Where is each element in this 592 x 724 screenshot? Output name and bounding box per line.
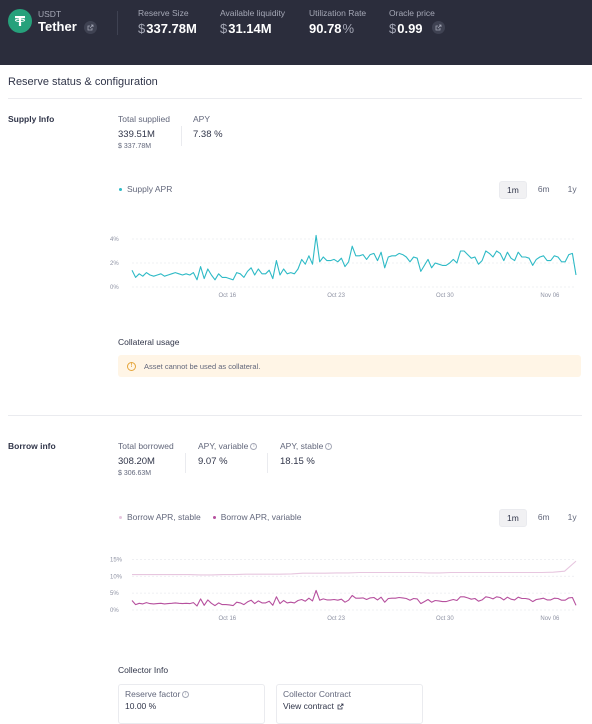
borrow-range-selector: 1m 6m 1y (499, 509, 584, 527)
y-tick-label: 0% (110, 608, 119, 614)
supply-range-selector: 1m 6m 1y (499, 181, 584, 199)
x-tick-label: Oct 23 (327, 293, 345, 299)
page-title: Reserve status & configuration (8, 76, 158, 88)
apy-stable: APY, stable i 18.15 % (280, 441, 333, 467)
range-1m-button[interactable]: 1m (499, 181, 527, 199)
x-tick-label: Oct 16 (218, 293, 236, 299)
stat-oracle-price: Oracle price $0.99 (389, 8, 435, 36)
x-tick-label: Nov 06 (540, 293, 560, 299)
legend-borrow-stable: Borrow APR, stable (119, 512, 201, 522)
stat-utilization-rate: Utilization Rate 90.78% (309, 8, 367, 36)
legend-dot (212, 515, 216, 519)
x-tick-label: Oct 30 (436, 616, 454, 622)
info-icon[interactable]: i (182, 690, 190, 698)
series-line-borrow-apr-stable (132, 560, 577, 576)
range-6m-button[interactable]: 6m (531, 181, 557, 199)
series-line-supply-apr (131, 234, 577, 281)
asset-header: USDT Tether Reserve Size $337.78M Availa… (0, 0, 592, 65)
collateral-usage-title: Collateral usage (118, 337, 180, 347)
range-1m-button[interactable]: 1m (499, 509, 527, 527)
title-divider (8, 98, 582, 99)
legend-borrow-variable: Borrow APR, variable (212, 512, 302, 522)
view-contract-link[interactable]: View contract (283, 701, 416, 711)
supply-info-label: Supply Info (8, 114, 55, 124)
asset-name: Tether (38, 19, 77, 34)
y-tick-label: 4% (110, 237, 119, 243)
info-icon[interactable]: i (250, 442, 258, 450)
oracle-external-link-icon[interactable] (432, 21, 445, 34)
collector-contract-card: Collector Contract View contract (276, 684, 423, 724)
supply-apr-chart: 0% 2% 4% Oct 16 Oct 23 Oct 30 Nov 06 (110, 234, 577, 299)
divider (181, 126, 182, 146)
collateral-warning: ! Asset cannot be used as collateral. (118, 355, 581, 377)
range-1y-button[interactable]: 1y (561, 509, 584, 527)
section-divider (8, 415, 582, 416)
borrow-chart-legend: Borrow APR, stable Borrow APR, variable (119, 512, 302, 522)
warning-icon: ! (127, 361, 136, 371)
x-tick-label: Oct 16 (218, 616, 236, 622)
legend-supply-apr: Supply APR (119, 184, 172, 194)
divider (267, 453, 268, 473)
legend-dot (119, 187, 122, 191)
range-6m-button[interactable]: 6m (531, 509, 557, 527)
collector-info-title: Collector Info (118, 665, 169, 675)
series-line-borrow-apr-variable (131, 589, 577, 607)
stat-reserve-size: Reserve Size $337.78M (138, 8, 197, 36)
range-1y-button[interactable]: 1y (561, 181, 584, 199)
header-divider (117, 11, 118, 35)
y-tick-label: 10% (110, 574, 123, 580)
borrow-apr-chart: 0% 5% 10% 15% Oct 16 Oct 23 Oct 30 Nov 06 (110, 557, 577, 622)
asset-symbol: USDT (38, 9, 62, 19)
y-tick-label: 2% (110, 261, 119, 267)
total-borrowed: Total borrowed 308.20M $ 306.63M (118, 441, 174, 477)
legend-dot (119, 515, 122, 519)
stat-available-liquidity: Available liquidity $31.14M (220, 8, 286, 36)
tether-logo-icon (8, 9, 32, 33)
info-icon[interactable]: i (325, 442, 333, 450)
external-link-icon (337, 703, 344, 709)
x-tick-label: Oct 30 (436, 293, 454, 299)
x-tick-label: Oct 23 (327, 616, 345, 622)
total-supplied: Total supplied 339.51M $ 337.78M (118, 114, 170, 150)
y-tick-label: 5% (110, 591, 119, 597)
borrow-info-label: Borrow info (8, 441, 56, 451)
apy-variable: APY, variable i 9.07 % (198, 441, 258, 467)
x-tick-label: Nov 06 (540, 616, 560, 622)
y-tick-label: 0% (110, 285, 119, 291)
supply-chart-legend: Supply APR (119, 184, 172, 194)
supply-apy: APY 7.38 % (193, 114, 223, 140)
y-tick-label: 15% (110, 557, 123, 563)
divider (185, 453, 186, 473)
reserve-factor-card: Reserve factor i 10.00 % (118, 684, 265, 724)
external-link-icon[interactable] (84, 21, 97, 34)
